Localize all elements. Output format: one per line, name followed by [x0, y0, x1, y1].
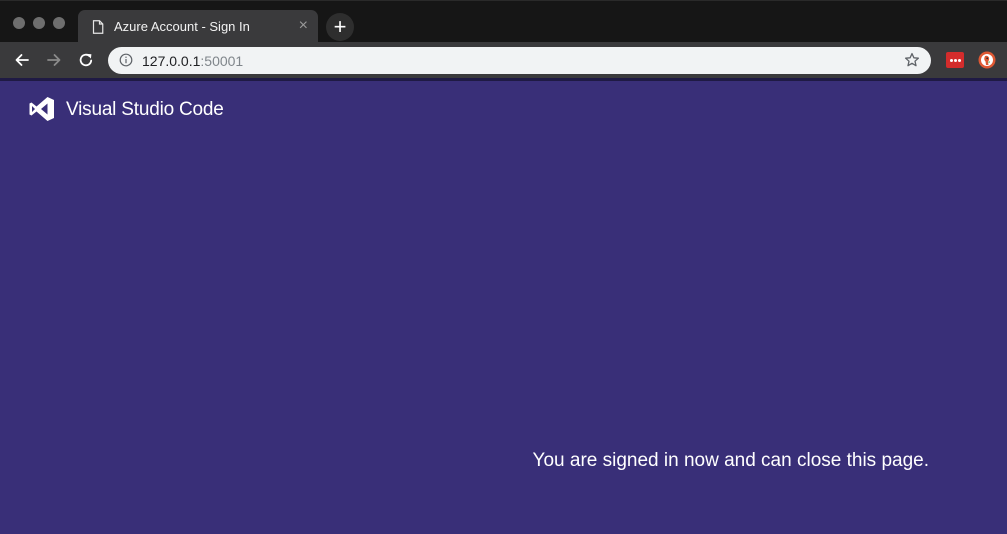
- info-icon[interactable]: [119, 53, 133, 72]
- toolbar-divider: [0, 78, 1007, 81]
- url-text: 127.0.0.1:50001: [142, 53, 243, 69]
- browser-title-bar: Azure Account - Sign In × +: [0, 0, 1007, 44]
- new-tab-button[interactable]: +: [326, 13, 354, 41]
- signed-in-message: You are signed in now and can close this…: [532, 450, 929, 471]
- browser-toolbar: 127.0.0.1:50001: [0, 42, 1007, 78]
- tab-azure-sign-in[interactable]: Azure Account - Sign In ×: [78, 10, 318, 44]
- maximize-window-button[interactable]: [53, 17, 65, 29]
- reload-icon[interactable]: [77, 51, 95, 69]
- url-host: 127.0.0.1: [142, 53, 201, 69]
- star-icon[interactable]: [904, 52, 920, 73]
- lastpass-icon[interactable]: [946, 52, 964, 68]
- address-bar[interactable]: 127.0.0.1:50001: [108, 47, 931, 74]
- tab-title: Azure Account - Sign In: [114, 19, 250, 34]
- minimize-window-button[interactable]: [33, 17, 45, 29]
- forward-icon[interactable]: [45, 51, 63, 69]
- close-tab-icon[interactable]: ×: [299, 17, 308, 35]
- vscode-logo-icon: [28, 96, 56, 127]
- duckduckgo-icon[interactable]: [978, 51, 996, 74]
- page-icon: [92, 20, 104, 39]
- url-port: :50001: [200, 53, 244, 69]
- brand-name: Visual Studio Code: [66, 99, 224, 120]
- back-icon[interactable]: [13, 51, 31, 69]
- close-window-button[interactable]: [13, 17, 25, 29]
